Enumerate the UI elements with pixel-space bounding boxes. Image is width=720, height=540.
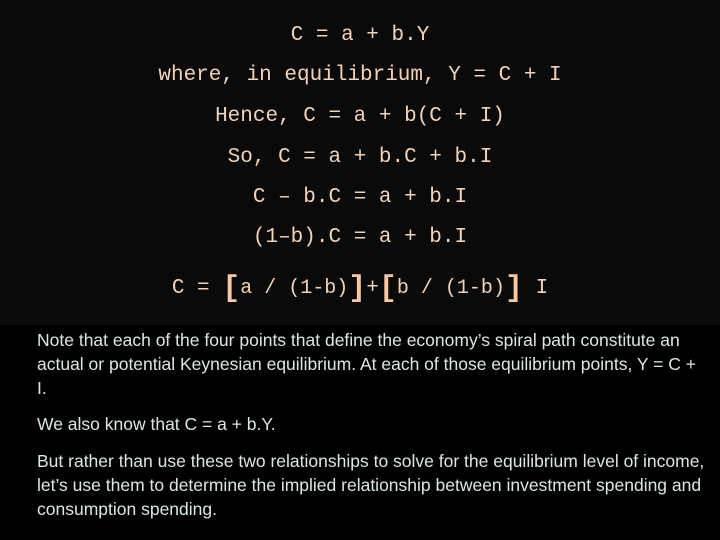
final-term-multiplier: b / (1-b) <box>396 277 505 300</box>
final-suffix: I <box>522 277 549 300</box>
note-paragraph-consumption-function: We also know that C = a + b.Y. <box>37 414 276 434</box>
final-plus: + <box>366 277 379 300</box>
equation-consumption-function: C = a + b.Y <box>290 24 430 47</box>
equation-factored: (1–b).C = a + b.I <box>252 226 468 249</box>
equation-final: C = [a / (1-b)]+[b / (1-b)] I <box>0 274 720 304</box>
close-bracket: ] <box>504 272 523 306</box>
equation-equilibrium-condition: where, in equilibrium, Y = C + I <box>158 64 562 87</box>
equation-expanded: So, C = a + b.C + b.I <box>227 146 493 169</box>
equation-substitution: Hence, C = a + b(C + I) <box>215 105 505 128</box>
final-lhs: C = <box>171 277 223 300</box>
close-bracket: ] <box>348 272 367 306</box>
equation-rearranged: C – b.C = a + b.I <box>252 186 468 209</box>
open-bracket: [ <box>378 272 397 306</box>
note-paragraph-relationship: But rather than use these two relationsh… <box>37 451 705 519</box>
open-bracket: [ <box>222 272 241 306</box>
final-term-autonomous: a / (1-b) <box>240 277 349 300</box>
note-paragraph-equilibrium-points: Note that each of the four points that d… <box>37 330 696 398</box>
